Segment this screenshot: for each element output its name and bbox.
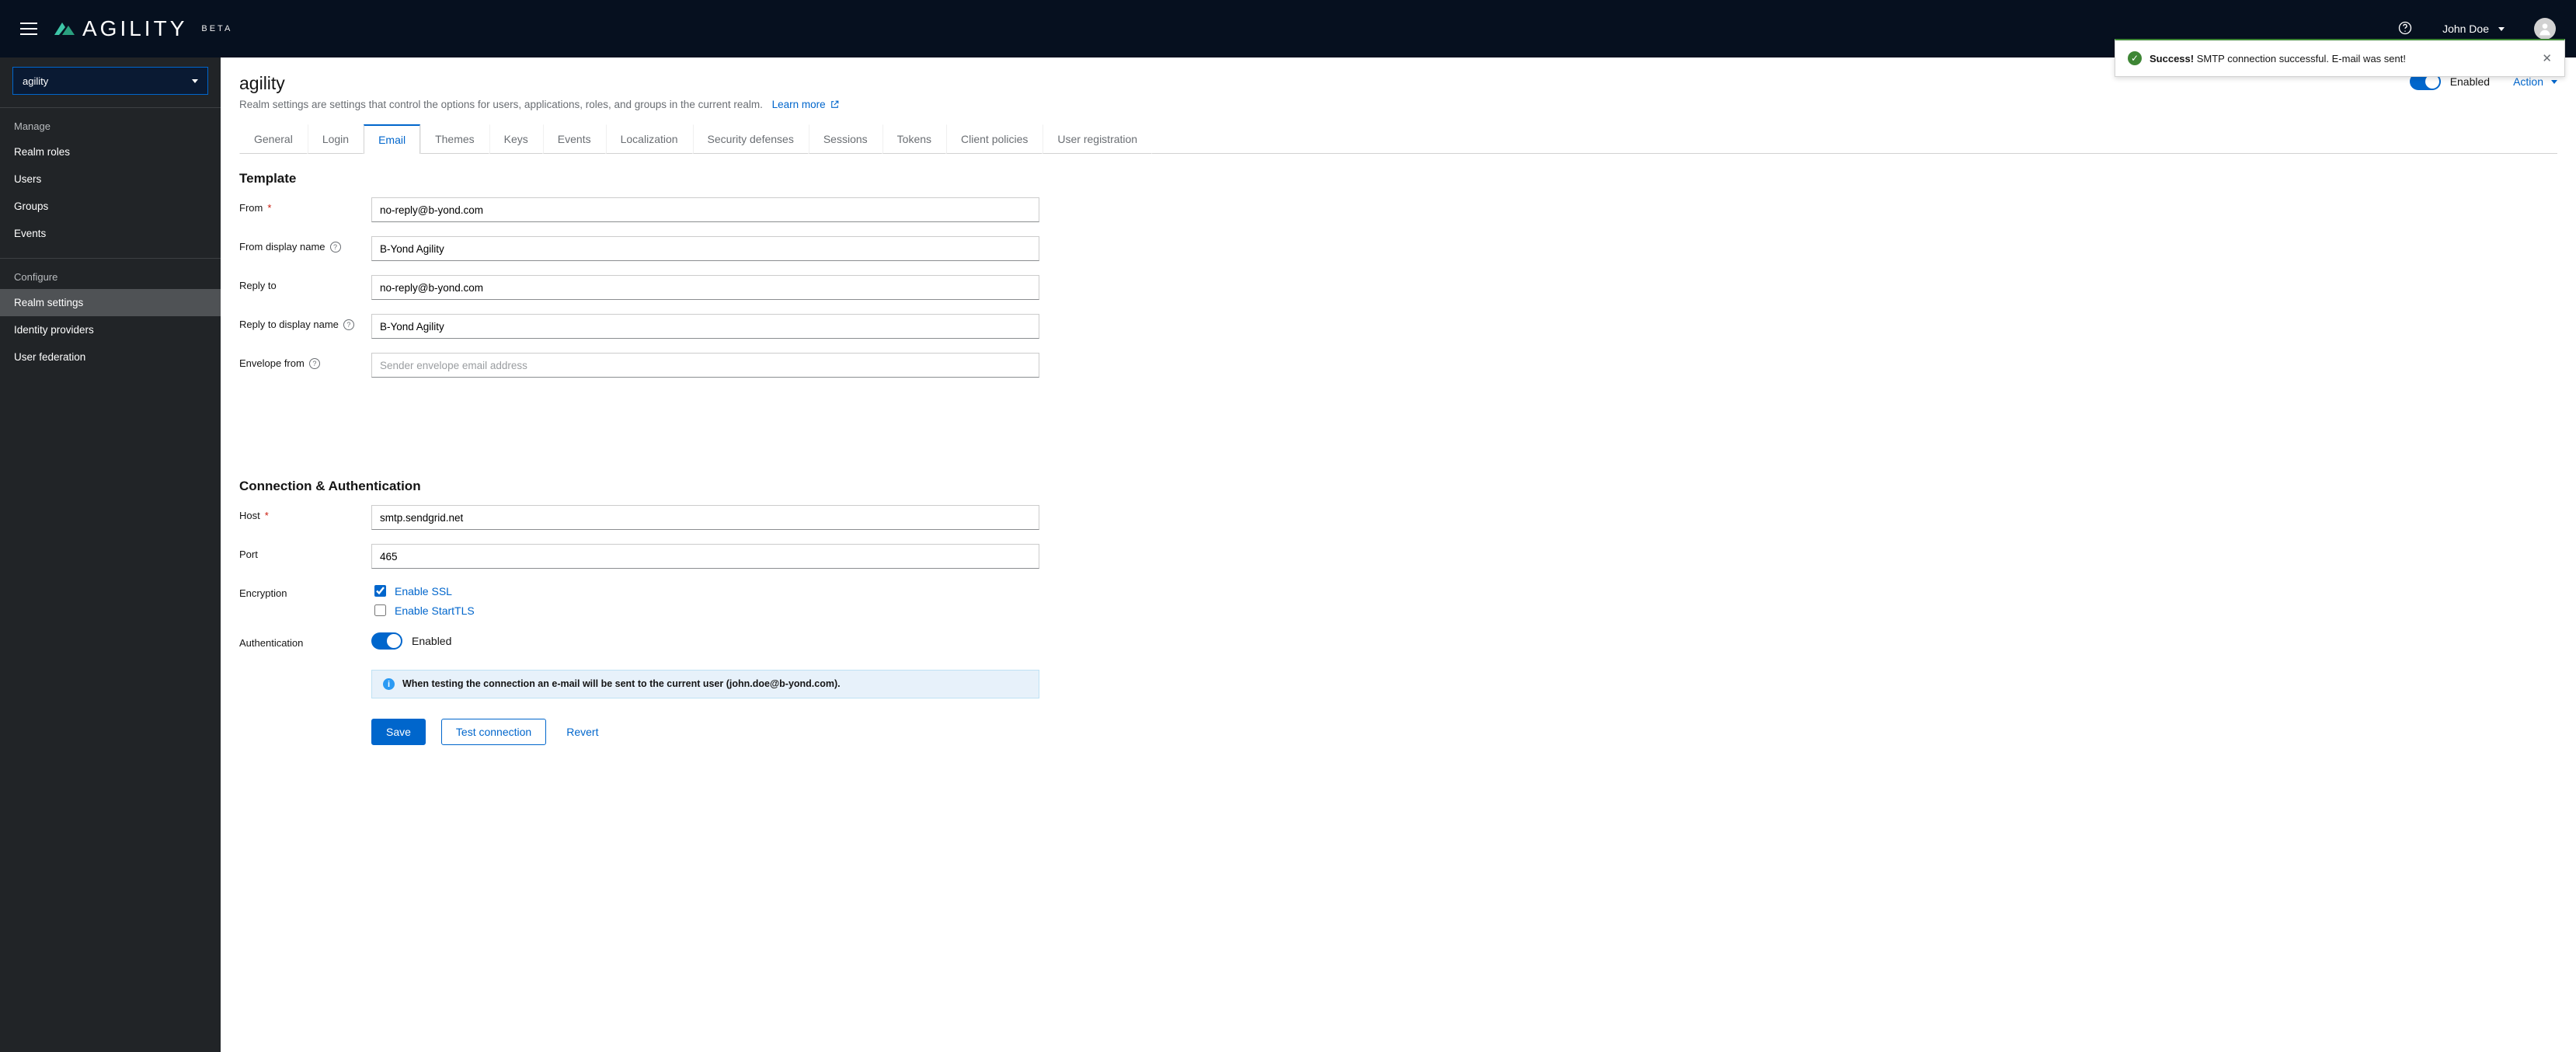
input-envelope-from[interactable] (371, 353, 1039, 378)
label-reply-to: Reply to (239, 275, 371, 291)
sidebar-item-realm-roles[interactable]: Realm roles (0, 138, 221, 165)
input-reply-to[interactable] (371, 275, 1039, 300)
sidebar-item-events[interactable]: Events (0, 220, 221, 247)
chevron-down-icon (2498, 27, 2505, 31)
input-from[interactable] (371, 197, 1039, 222)
user-menu[interactable]: John Doe (2442, 23, 2505, 35)
realm-select[interactable]: agility (12, 67, 208, 95)
info-box: i When testing the connection an e-mail … (371, 670, 1039, 698)
help-icon[interactable]: ? (330, 242, 341, 253)
brand: AGILITY BETA (48, 16, 232, 41)
save-button[interactable]: Save (371, 719, 426, 745)
learn-more-link[interactable]: Learn more (772, 99, 841, 110)
label-from: From* (239, 197, 371, 214)
page-title: agility (239, 73, 840, 94)
input-from-display[interactable] (371, 236, 1039, 261)
nav-section-manage: Manage (0, 113, 221, 138)
sidebar-item-groups[interactable]: Groups (0, 193, 221, 220)
help-icon[interactable]: ? (343, 319, 354, 330)
input-reply-to-display[interactable] (371, 314, 1039, 339)
checkbox-enable-starttls[interactable]: Enable StartTLS (371, 602, 1039, 618)
tab-email[interactable]: Email (364, 124, 420, 154)
chevron-down-icon (192, 79, 198, 83)
tab-events[interactable]: Events (543, 124, 606, 154)
checkbox-enable-ssl-input[interactable] (374, 585, 386, 597)
label-envelope-from: Envelope from? (239, 353, 371, 369)
hamburger-icon[interactable] (20, 23, 37, 35)
test-connection-button[interactable]: Test connection (441, 719, 546, 745)
action-menu[interactable]: Action (2513, 75, 2557, 88)
nav-section-configure: Configure (0, 263, 221, 289)
help-icon[interactable] (2397, 20, 2413, 38)
sidebar-item-users[interactable]: Users (0, 165, 221, 193)
input-host[interactable] (371, 505, 1039, 530)
auth-toggle[interactable] (371, 632, 402, 650)
input-port[interactable] (371, 544, 1039, 569)
tab-localization[interactable]: Localization (606, 124, 693, 154)
toast-title: Success! (2150, 53, 2194, 64)
main-content: agility Realm settings are settings that… (221, 57, 2576, 1052)
revert-button[interactable]: Revert (562, 719, 603, 745)
tabs: General Login Email Themes Keys Events L… (239, 124, 2557, 154)
toast-message: SMTP connection successful. E-mail was s… (2197, 53, 2406, 64)
sidebar-item-user-federation[interactable]: User federation (0, 343, 221, 371)
label-host: Host* (239, 505, 371, 521)
realm-selector: agility (0, 57, 221, 103)
info-icon: i (383, 678, 395, 690)
check-icon: ✓ (2128, 51, 2142, 65)
label-reply-to-display: Reply to display name? (239, 314, 371, 330)
chevron-down-icon (2551, 80, 2557, 84)
brand-beta: BETA (201, 24, 232, 33)
close-icon[interactable]: ✕ (2542, 51, 2552, 65)
tab-client-policies[interactable]: Client policies (946, 124, 1043, 154)
checkbox-enable-ssl[interactable]: Enable SSL (371, 583, 1039, 599)
section-title-template: Template (239, 171, 2557, 186)
sidebar: agility Manage Realm roles Users Groups … (0, 57, 221, 1052)
tab-login[interactable]: Login (308, 124, 364, 154)
page-description: Realm settings are settings that control… (239, 99, 840, 110)
avatar[interactable] (2534, 18, 2556, 40)
brand-logo-icon (48, 19, 75, 38)
help-icon[interactable]: ? (309, 358, 320, 369)
tab-user-registration[interactable]: User registration (1043, 124, 1152, 154)
sidebar-item-identity-providers[interactable]: Identity providers (0, 316, 221, 343)
brand-name: AGILITY (82, 16, 187, 41)
info-text: When testing the connection an e-mail wi… (402, 678, 841, 689)
realm-select-value: agility (23, 75, 48, 87)
tab-tokens[interactable]: Tokens (882, 124, 946, 154)
label-from-display: From display name? (239, 236, 371, 253)
tab-security-defenses[interactable]: Security defenses (693, 124, 809, 154)
toast-success: ✓ Success! SMTP connection successful. E… (2115, 39, 2565, 77)
sidebar-item-realm-settings[interactable]: Realm settings (0, 289, 221, 316)
label-encryption: Encryption (239, 583, 371, 599)
checkbox-enable-starttls-input[interactable] (374, 604, 386, 616)
realm-enabled-label: Enabled (2450, 75, 2490, 88)
label-authentication: Authentication (239, 632, 371, 649)
username: John Doe (2442, 23, 2489, 35)
tab-themes[interactable]: Themes (420, 124, 489, 154)
auth-toggle-label: Enabled (412, 635, 451, 647)
tab-sessions[interactable]: Sessions (809, 124, 882, 154)
tab-keys[interactable]: Keys (489, 124, 543, 154)
tab-general[interactable]: General (239, 124, 308, 154)
section-title-connection: Connection & Authentication (239, 479, 2557, 494)
label-port: Port (239, 544, 371, 560)
